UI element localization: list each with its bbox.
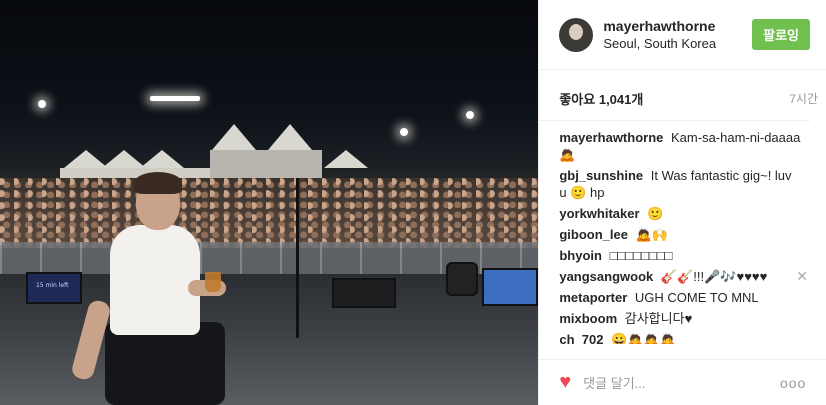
comment-item: giboon_lee 🙇🙌 (559, 226, 802, 243)
avatar[interactable] (559, 17, 594, 52)
user-info: mayerhawthorne Seoul, South Korea (603, 18, 752, 51)
comment-item: gbj_sunshine It Was fantastic gig~! luv … (559, 167, 802, 201)
stadium-light (38, 100, 46, 108)
delete-comment-icon[interactable]: ✕ (796, 268, 808, 285)
comment-text: UGH COME TO MNL (634, 290, 759, 305)
crowd (0, 178, 539, 248)
comment-text: 😀🙇🙇🙇 (611, 332, 676, 344)
likes-count[interactable]: 좋아요 1,041개 (559, 89, 643, 108)
post-footer: ♥ 댓글 달기... ooo (539, 359, 826, 405)
comment-username[interactable]: metaporter (559, 290, 627, 305)
post-photo[interactable]: 15 min left (0, 0, 539, 405)
building-lights (150, 96, 200, 101)
comment-item: mixboom 감사합니다♥ (559, 310, 802, 327)
drink-glass (205, 272, 221, 292)
comment-item: mayerhawthorne Kam-sa-ham-ni-daaaa 🙇 (559, 129, 802, 163)
tent-roof (268, 124, 312, 150)
stadium-light (466, 111, 474, 119)
comment-item: metaporter UGH COME TO MNL (559, 289, 802, 306)
comment-username[interactable]: ch_702 (559, 332, 603, 344)
monitor-text: 15 min left (36, 282, 69, 289)
tent-roof (324, 150, 368, 168)
performer-shirt (110, 225, 200, 335)
stage-monitor (482, 268, 538, 306)
mic-stand (296, 178, 299, 338)
comment-username[interactable]: yorkwhitaker (559, 206, 639, 221)
tent-roof (140, 150, 184, 168)
comment-username[interactable]: gbj_sunshine (559, 168, 643, 183)
stadium-light (400, 128, 408, 136)
comment-username[interactable]: giboon_lee (559, 227, 628, 242)
more-options-icon[interactable]: ooo (780, 375, 806, 391)
likes-row: 좋아요 1,041개 7시간 (539, 76, 826, 120)
comment-username[interactable]: bhyoin (559, 248, 602, 263)
post-time[interactable]: 7시간 (789, 90, 818, 107)
comment-text: 🙂 (647, 206, 664, 221)
comment-username[interactable]: mixboom (559, 311, 617, 326)
post-sidebar: mayerhawthorne Seoul, South Korea 팔로잉 좋아… (538, 0, 826, 405)
comment-text: 감사합니다♥ (624, 311, 693, 326)
location-link[interactable]: Seoul, South Korea (603, 36, 752, 51)
post-container: 15 min left mayerhawthorne Seoul, South … (0, 0, 826, 405)
comment-text: 🎸🎸!!!🎤🎶♥♥♥♥ (660, 269, 768, 284)
following-button[interactable]: 팔로잉 (752, 19, 810, 50)
comments-list[interactable]: mayerhawthorne Kam-sa-ham-ni-daaaa 🙇 gbj… (539, 120, 810, 344)
amp (332, 278, 396, 308)
comment-item: bhyoin □□□□□□□□ (559, 247, 802, 264)
heart-icon[interactable]: ♥ (559, 371, 571, 394)
comment-item: ch_702 😀🙇🙇🙇 (559, 331, 802, 344)
comment-username[interactable]: mayerhawthorne (559, 130, 663, 145)
tent-roof (212, 124, 256, 150)
comment-input[interactable]: 댓글 달기... (583, 373, 780, 392)
comment-text: 🙇🙌 (635, 227, 668, 242)
tent-body (210, 150, 322, 178)
post-header: mayerhawthorne Seoul, South Korea 팔로잉 (539, 0, 826, 70)
comment-username[interactable]: yangsangwook (559, 269, 653, 284)
comment-text: □□□□□□□□ (609, 248, 673, 263)
comment-item: yangsangwook 🎸🎸!!!🎤🎶♥♥♥♥ ✕ (559, 268, 808, 285)
comment-item: yorkwhitaker 🙂 (559, 205, 802, 222)
performer-hair (134, 172, 182, 194)
username-link[interactable]: mayerhawthorne (603, 18, 752, 34)
stage-light (446, 262, 478, 296)
